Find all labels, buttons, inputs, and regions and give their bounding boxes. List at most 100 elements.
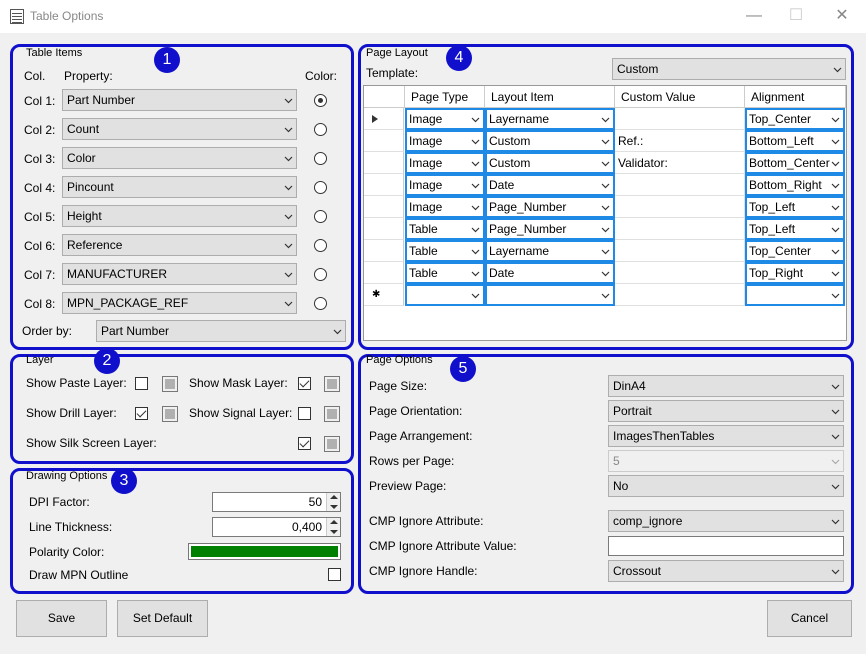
grid-row[interactable]: Table Page_Number Top_Left <box>364 218 846 240</box>
col-5-color-radio[interactable] <box>314 210 327 223</box>
grid-row[interactable]: Image Page_Number Top_Left <box>364 196 846 218</box>
layout-item-cell[interactable] <box>485 284 615 306</box>
row-header[interactable]: ✱ <box>364 284 404 306</box>
custom-value-cell[interactable] <box>615 284 745 306</box>
show-paste-layer-checkbox[interactable] <box>135 377 148 390</box>
page-type-cell[interactable]: Image <box>405 152 485 174</box>
col-8-property-select[interactable]: MPN_PACKAGE_REF <box>62 292 297 314</box>
show-mask-layer-checkbox[interactable] <box>298 377 311 390</box>
column-header-layout-item[interactable]: Layout Item <box>485 86 615 108</box>
col-2-property-select[interactable]: Count <box>62 118 297 140</box>
grid-row[interactable]: Image Date Bottom_Right <box>364 174 846 196</box>
row-header[interactable] <box>364 152 404 174</box>
alignment-cell[interactable]: Top_Right <box>745 262 845 284</box>
layout-item-cell[interactable]: Layername <box>485 240 615 262</box>
layout-item-cell[interactable]: Page_Number <box>485 196 615 218</box>
col-8-color-radio[interactable] <box>314 297 327 310</box>
layout-item-cell[interactable]: Custom <box>485 130 615 152</box>
row-header[interactable] <box>364 130 404 152</box>
custom-value-cell[interactable] <box>615 240 745 262</box>
col-7-color-radio[interactable] <box>314 268 327 281</box>
alignment-cell[interactable]: Top_Center <box>745 240 845 262</box>
col-4-property-select[interactable]: Pincount <box>62 176 297 198</box>
maximize-button[interactable]: ☐ <box>776 4 816 28</box>
col-7-property-select[interactable]: MANUFACTURER <box>62 263 297 285</box>
dpi-spin-icon[interactable] <box>326 493 340 511</box>
row-header[interactable] <box>364 262 404 284</box>
col-4-color-radio[interactable] <box>314 181 327 194</box>
page-type-cell[interactable]: Table <box>405 218 485 240</box>
custom-value-cell[interactable] <box>615 174 745 196</box>
page-size-select[interactable]: DinA4 <box>608 375 844 397</box>
silk-screen-layer-color-button[interactable] <box>324 436 340 452</box>
custom-value-cell[interactable] <box>615 262 745 284</box>
page-type-cell[interactable]: Table <box>405 262 485 284</box>
show-signal-layer-checkbox[interactable] <box>298 407 311 420</box>
cmp-ignore-attribute-value-input[interactable] <box>608 536 844 556</box>
cmp-ignore-attribute-select[interactable]: comp_ignore <box>608 510 844 532</box>
grid-row[interactable]: Table Date Top_Right <box>364 262 846 284</box>
show-silk-screen-layer-checkbox[interactable] <box>298 437 311 450</box>
page-layout-grid[interactable]: Page Type Layout Item Custom Value Align… <box>363 85 847 341</box>
grid-row[interactable]: Image Layername Top_Center <box>364 108 846 130</box>
page-type-cell[interactable]: Image <box>405 174 485 196</box>
col-3-color-radio[interactable] <box>314 152 327 165</box>
page-arrangement-select[interactable]: ImagesThenTables <box>608 425 844 447</box>
line-thickness-stepper[interactable]: 0,400 <box>212 517 341 537</box>
custom-value-cell[interactable] <box>615 196 745 218</box>
show-drill-layer-checkbox[interactable] <box>135 407 148 420</box>
set-default-button[interactable]: Set Default <box>117 600 208 637</box>
polarity-color-button[interactable] <box>188 543 341 560</box>
col-1-color-radio[interactable] <box>314 94 327 107</box>
custom-value-cell[interactable]: Ref.: <box>615 130 745 152</box>
drill-layer-color-button[interactable] <box>162 406 178 422</box>
page-type-cell[interactable] <box>405 284 485 306</box>
paste-layer-color-button[interactable] <box>162 376 178 392</box>
dpi-factor-stepper[interactable]: 50 <box>212 492 341 512</box>
alignment-cell[interactable]: Top_Center <box>745 108 845 130</box>
row-header[interactable] <box>364 240 404 262</box>
layout-item-cell[interactable]: Custom <box>485 152 615 174</box>
alignment-cell[interactable]: Bottom_Left <box>745 130 845 152</box>
draw-mpn-outline-checkbox[interactable] <box>328 568 341 581</box>
custom-value-cell[interactable] <box>615 218 745 240</box>
row-header[interactable] <box>364 218 404 240</box>
alignment-cell[interactable]: Top_Left <box>745 218 845 240</box>
col-6-property-select[interactable]: Reference <box>62 234 297 256</box>
page-type-cell[interactable]: Image <box>405 196 485 218</box>
column-header-custom-value[interactable]: Custom Value <box>615 86 745 108</box>
col-5-property-select[interactable]: Height <box>62 205 297 227</box>
line-thickness-spin-icon[interactable] <box>326 518 340 536</box>
grid-row[interactable]: Image Custom Validator: Bottom_Center <box>364 152 846 174</box>
custom-value-cell[interactable] <box>615 108 745 130</box>
row-header[interactable] <box>364 174 404 196</box>
cancel-button[interactable]: Cancel <box>767 600 852 637</box>
save-button[interactable]: Save <box>16 600 107 637</box>
page-type-cell[interactable]: Table <box>405 240 485 262</box>
grid-row[interactable]: ✱ <box>364 284 846 306</box>
minimize-button[interactable]: — <box>734 4 774 28</box>
mask-layer-color-button[interactable] <box>324 376 340 392</box>
template-select[interactable]: Custom <box>612 58 846 80</box>
row-header[interactable] <box>364 196 404 218</box>
page-type-cell[interactable]: Image <box>405 130 485 152</box>
col-6-color-radio[interactable] <box>314 239 327 252</box>
column-header-alignment[interactable]: Alignment <box>745 86 846 108</box>
grid-row[interactable]: Table Layername Top_Center <box>364 240 846 262</box>
col-2-color-radio[interactable] <box>314 123 327 136</box>
col-1-property-select[interactable]: Part Number <box>62 89 297 111</box>
layout-item-cell[interactable]: Date <box>485 262 615 284</box>
alignment-cell[interactable] <box>745 284 845 306</box>
preview-page-select[interactable]: No <box>608 475 844 497</box>
close-button[interactable]: ✕ <box>822 4 862 28</box>
layout-item-cell[interactable]: Layername <box>485 108 615 130</box>
alignment-cell[interactable]: Bottom_Center <box>745 152 845 174</box>
cmp-ignore-handle-select[interactable]: Crossout <box>608 560 844 582</box>
page-type-cell[interactable]: Image <box>405 108 485 130</box>
layout-item-cell[interactable]: Page_Number <box>485 218 615 240</box>
signal-layer-color-button[interactable] <box>324 406 340 422</box>
page-orientation-select[interactable]: Portrait <box>608 400 844 422</box>
alignment-cell[interactable]: Bottom_Right <box>745 174 845 196</box>
col-3-property-select[interactable]: Color <box>62 147 297 169</box>
alignment-cell[interactable]: Top_Left <box>745 196 845 218</box>
